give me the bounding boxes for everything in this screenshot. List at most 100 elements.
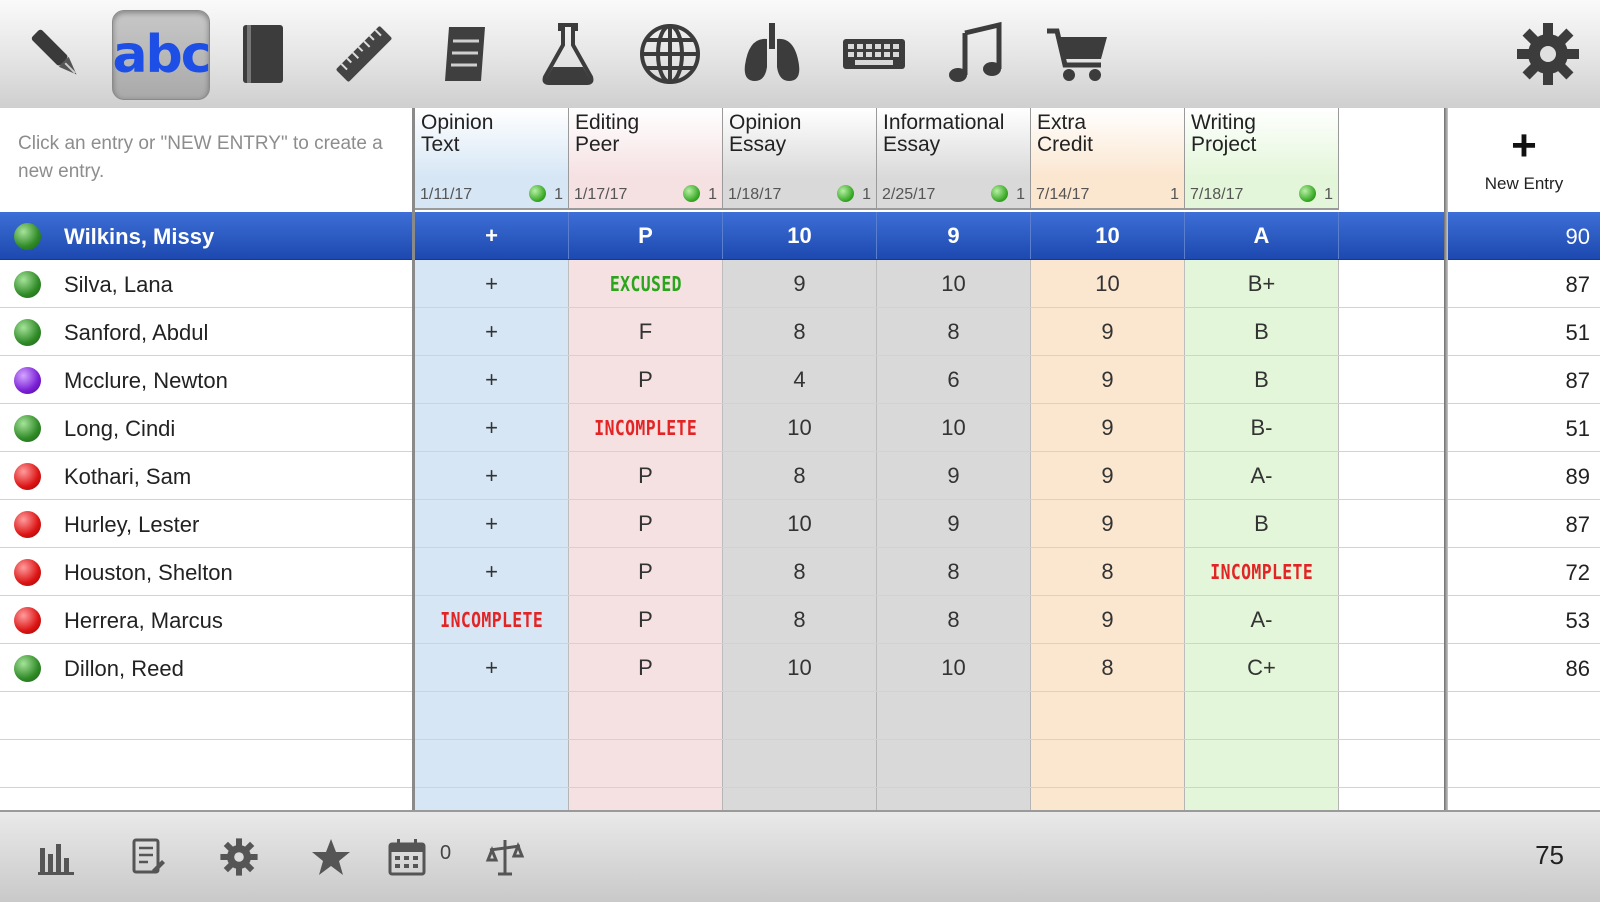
grade-cell[interactable]: INCOMPLETE	[569, 404, 723, 451]
calendar-button[interactable]	[382, 832, 432, 882]
grade-cell[interactable]: P	[569, 452, 723, 499]
grade-cell[interactable]: 10	[1031, 260, 1185, 307]
grade-cell[interactable]: P	[569, 212, 723, 259]
favorites-button[interactable]	[306, 832, 356, 882]
grade-cell[interactable]: +	[415, 548, 569, 595]
grade-cell[interactable]: +	[415, 308, 569, 355]
assignment-column-header[interactable]: Informational Essay 2/25/17 1	[877, 108, 1031, 210]
scroll-button[interactable]	[418, 10, 514, 98]
assignment-column-header[interactable]: Writing Project 7/18/17 1	[1185, 108, 1339, 210]
assignment-column-header[interactable]: Editing Peer 1/17/17 1	[569, 108, 723, 210]
grade-cell[interactable]: 10	[877, 260, 1031, 307]
weighting-button[interactable]	[480, 832, 530, 882]
grade-cell[interactable]: P	[569, 356, 723, 403]
grade-cell[interactable]: F	[569, 308, 723, 355]
assignment-column-header[interactable]: Opinion Essay 1/18/17 1	[723, 108, 877, 210]
grade-cell[interactable]: 8	[723, 548, 877, 595]
grade-cell[interactable]: 8	[877, 308, 1031, 355]
assignment-column-header[interactable]: Extra Credit 7/14/17 1	[1031, 108, 1185, 210]
book-button[interactable]	[214, 10, 310, 98]
grade-cell[interactable]: 8	[1031, 548, 1185, 595]
student-row[interactable]: Hurley, Lester + P 10 9 9 B 87	[0, 500, 1600, 548]
grade-cell[interactable]: 8	[1031, 644, 1185, 691]
student-row[interactable]: Mcclure, Newton + P 4 6 9 B 87	[0, 356, 1600, 404]
music-button[interactable]	[928, 10, 1024, 98]
student-row[interactable]: Silva, Lana + EXCUSED 9 10 10 B+ 87	[0, 260, 1600, 308]
student-name: Wilkins, Missy	[64, 224, 215, 249]
preferences-button[interactable]	[214, 832, 264, 882]
grade-cell[interactable]: +	[415, 500, 569, 547]
grade-cell[interactable]: B-	[1185, 404, 1339, 451]
grade-cell[interactable]: 10	[723, 404, 877, 451]
music-note-icon	[949, 21, 1002, 82]
grade-cell[interactable]: +	[415, 260, 569, 307]
grade-cell[interactable]: 8	[723, 596, 877, 643]
flask-button[interactable]	[520, 10, 616, 98]
grade-cell[interactable]: P	[569, 500, 723, 547]
grade-cell[interactable]: 10	[723, 500, 877, 547]
student-row[interactable]: Herrera, Marcus INCOMPLETE P 8 8 9 A- 53	[0, 596, 1600, 644]
grade-value: EXCUSED	[609, 271, 682, 296]
grade-cell[interactable]: A-	[1185, 596, 1339, 643]
grade-cell[interactable]: B	[1185, 356, 1339, 403]
grade-cell[interactable]: 10	[723, 212, 877, 259]
student-row[interactable]: Sanford, Abdul + F 8 8 9 B 51	[0, 308, 1600, 356]
student-row[interactable]: Long, Cindi + INCOMPLETE 10 10 9 B- 51	[0, 404, 1600, 452]
grade-cell[interactable]: 9	[877, 212, 1031, 259]
notes-button[interactable]	[122, 832, 172, 882]
abc-button[interactable]: abc	[112, 10, 212, 100]
cart-button[interactable]	[1030, 10, 1126, 98]
grade-cell[interactable]: +	[415, 644, 569, 691]
grade-cell[interactable]: 8	[723, 308, 877, 355]
grade-cell[interactable]: P	[569, 596, 723, 643]
grade-cell[interactable]: A-	[1185, 452, 1339, 499]
grade-cell[interactable]: 10	[723, 644, 877, 691]
student-row[interactable]: Kothari, Sam + P 8 9 9 A- 89	[0, 452, 1600, 500]
assignment-column-header[interactable]: Opinion Text 1/11/17 1	[415, 108, 569, 210]
grade-cell[interactable]: 10	[877, 404, 1031, 451]
grade-cell[interactable]: INCOMPLETE	[415, 596, 569, 643]
grade-cell[interactable]: +	[415, 404, 569, 451]
grade-value: 10	[1095, 270, 1120, 296]
grade-cell[interactable]: 9	[1031, 452, 1185, 499]
balance-icon	[485, 840, 525, 876]
grade-cell[interactable]: 9	[1031, 596, 1185, 643]
grade-cell[interactable]: 10	[877, 644, 1031, 691]
grade-cell[interactable]: A	[1185, 212, 1339, 259]
grade-cell[interactable]: 10	[1031, 212, 1185, 259]
grade-cell[interactable]: 4	[723, 356, 877, 403]
grade-cell[interactable]: B	[1185, 500, 1339, 547]
grade-cell[interactable]: P	[569, 548, 723, 595]
keyboard-button[interactable]	[826, 10, 922, 98]
student-row[interactable]: Wilkins, Missy + P 10 9 10 A 90	[0, 212, 1600, 260]
grade-cell[interactable]: +	[415, 356, 569, 403]
settings-button[interactable]	[1500, 10, 1596, 98]
grade-cell[interactable]: C+	[1185, 644, 1339, 691]
new-entry-button[interactable]: + New Entry	[1448, 108, 1600, 210]
grade-cell[interactable]: 9	[1031, 404, 1185, 451]
grade-cell[interactable]: 8	[877, 548, 1031, 595]
grade-cell[interactable]: P	[569, 644, 723, 691]
grade-cell[interactable]: 8	[723, 452, 877, 499]
student-row[interactable]: Dillon, Reed + P 10 10 8 C+ 86	[0, 644, 1600, 692]
lungs-button[interactable]	[724, 10, 820, 98]
pen-button[interactable]	[8, 10, 104, 98]
ruler-button[interactable]	[316, 10, 412, 98]
grade-cell[interactable]: 9	[723, 260, 877, 307]
grade-cell[interactable]: +	[415, 452, 569, 499]
grade-cell[interactable]: 9	[877, 500, 1031, 547]
grade-cell[interactable]: 9	[877, 452, 1031, 499]
grade-cell[interactable]: 6	[877, 356, 1031, 403]
student-row[interactable]: Houston, Shelton + P 8 8 8 INCOMPLETE 72	[0, 548, 1600, 596]
stats-button[interactable]	[32, 832, 82, 882]
grade-cell[interactable]: INCOMPLETE	[1185, 548, 1339, 595]
grade-cell[interactable]: B	[1185, 308, 1339, 355]
grade-cell[interactable]: 9	[1031, 356, 1185, 403]
globe-button[interactable]	[622, 10, 718, 98]
grade-cell[interactable]: +	[415, 212, 569, 259]
grade-cell[interactable]: 9	[1031, 500, 1185, 547]
grade-cell[interactable]: EXCUSED	[569, 260, 723, 307]
grade-cell[interactable]: 8	[877, 596, 1031, 643]
grade-cell[interactable]: 9	[1031, 308, 1185, 355]
grade-cell[interactable]: B+	[1185, 260, 1339, 307]
